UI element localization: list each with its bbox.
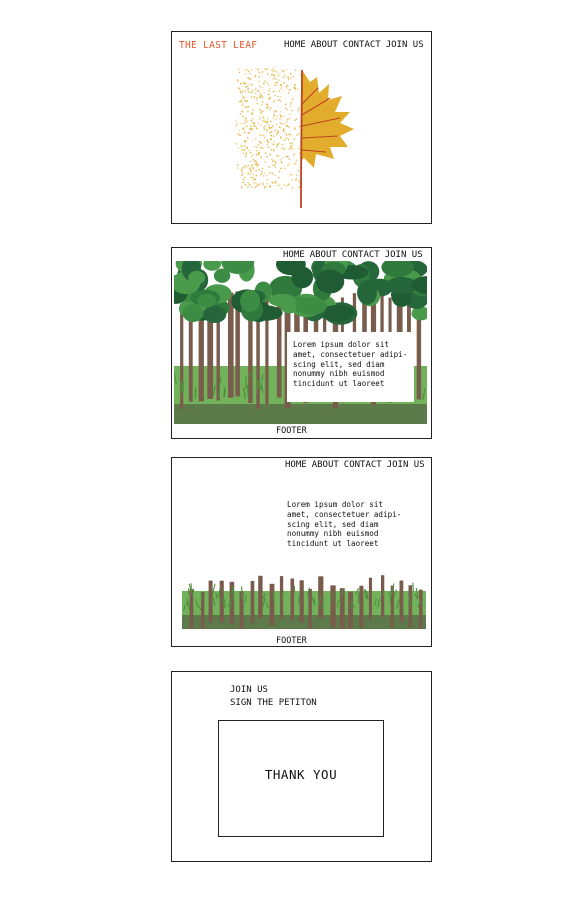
nav-home[interactable]: HOME	[283, 250, 305, 260]
intro-text: Lorem ipsum dolor sit amet, consectetuer…	[293, 340, 408, 389]
frame-deforestation: HOME ABOUT CONTACT JOIN US Lorem ipsum d…	[171, 457, 432, 647]
nav-about[interactable]: ABOUT	[311, 40, 338, 50]
join-us-link[interactable]: JOIN US	[230, 684, 317, 697]
frame-home: THE LAST LEAF HOME ABOUT CONTACT JOIN US	[171, 31, 432, 224]
frame-forest: HOME ABOUT CONTACT JOIN US Lorem ipsum d…	[171, 247, 432, 439]
footer: FOOTER	[276, 636, 307, 646]
nav-join-us[interactable]: JOIN US	[387, 460, 425, 470]
nav-join-us[interactable]: JOIN US	[386, 40, 424, 50]
nav-home[interactable]: HOME	[284, 40, 306, 50]
tree-stumps-illustration	[182, 575, 426, 629]
join-links: JOIN US SIGN THE PETITON	[230, 684, 317, 710]
nav-contact[interactable]: CONTACT	[344, 460, 382, 470]
footer: FOOTER	[276, 426, 307, 436]
thank-you-panel: THANK YOU	[218, 720, 384, 837]
body-text: Lorem ipsum dolor sit amet, consectetuer…	[287, 500, 402, 549]
thank-you-message: THANK YOU	[264, 767, 338, 782]
main-nav: HOME ABOUT CONTACT JOIN US	[285, 460, 425, 470]
frame-join: JOIN US SIGN THE PETITON THANK YOU	[171, 671, 432, 862]
nav-join-us[interactable]: JOIN US	[385, 250, 423, 260]
site-logo[interactable]: THE LAST LEAF	[179, 40, 257, 51]
intro-text-panel: Lorem ipsum dolor sit amet, consectetuer…	[287, 332, 414, 402]
sign-petition-link[interactable]: SIGN THE PETITON	[230, 697, 317, 710]
main-nav: HOME ABOUT CONTACT JOIN US	[283, 250, 423, 260]
nav-contact[interactable]: CONTACT	[342, 250, 380, 260]
leaf-illustration	[235, 68, 354, 209]
nav-home[interactable]: HOME	[285, 460, 307, 470]
nav-contact[interactable]: CONTACT	[343, 40, 381, 50]
main-nav: HOME ABOUT CONTACT JOIN US	[284, 40, 424, 50]
nav-about[interactable]: ABOUT	[312, 460, 339, 470]
nav-about[interactable]: ABOUT	[310, 250, 337, 260]
